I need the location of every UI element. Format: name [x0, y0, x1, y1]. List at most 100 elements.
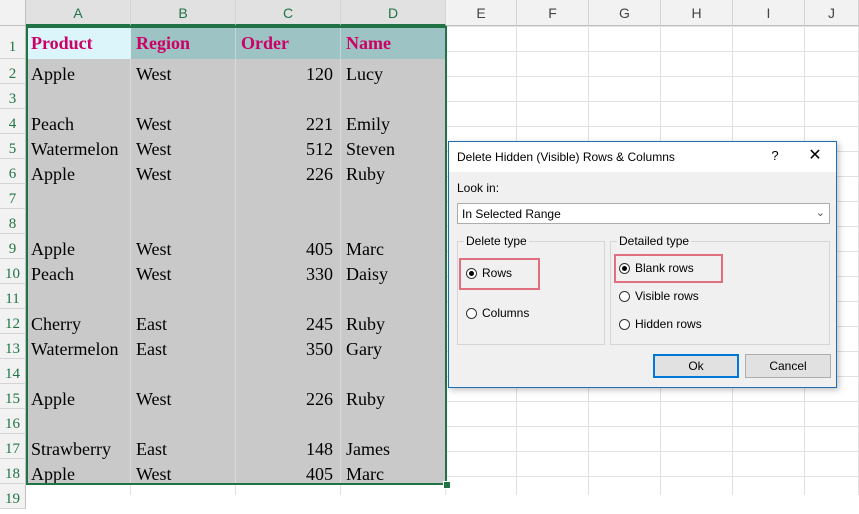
cell-product[interactable]: Apple	[31, 459, 131, 484]
cell-region[interactable]	[136, 184, 236, 209]
cell-order[interactable]: 226	[241, 384, 336, 409]
cell-region[interactable]	[136, 409, 236, 434]
cell-order[interactable]	[241, 209, 336, 234]
column-header-g[interactable]: G	[589, 0, 661, 26]
cell-product[interactable]: Peach	[31, 109, 131, 134]
cancel-button[interactable]: Cancel	[745, 354, 831, 378]
cell-region[interactable]: West	[136, 259, 236, 284]
fill-handle[interactable]	[443, 481, 451, 489]
radio-hidden-rows[interactable]: Hidden rows	[619, 317, 702, 331]
cell-product[interactable]: Apple	[31, 159, 131, 184]
cell-product[interactable]: Strawberry	[31, 434, 131, 459]
cell-order[interactable]: 350	[241, 334, 336, 359]
cell-product[interactable]: Apple	[31, 384, 131, 409]
cell-order[interactable]: 120	[241, 59, 336, 84]
cell-order[interactable]: 512	[241, 134, 336, 159]
cell-product[interactable]	[31, 409, 131, 434]
cell-region[interactable]: East	[136, 309, 236, 334]
cell-order[interactable]	[241, 184, 336, 209]
row-header-19[interactable]: 19	[0, 484, 26, 509]
column-header-h[interactable]: H	[661, 0, 733, 26]
cell-region[interactable]: East	[136, 334, 236, 359]
cell-order[interactable]: 226	[241, 159, 336, 184]
radio-hidden-rows-icon[interactable]	[619, 318, 630, 330]
close-icon[interactable]: ✕	[804, 146, 826, 166]
cell-region[interactable]: West	[136, 159, 236, 184]
cell-name[interactable]	[346, 209, 446, 234]
cell-order[interactable]: 148	[241, 434, 336, 459]
row-header-8[interactable]: 8	[0, 209, 26, 234]
row-header-15[interactable]: 15	[0, 384, 26, 409]
cell-name[interactable]: Ruby	[346, 159, 446, 184]
cell-product[interactable]	[31, 184, 131, 209]
cell-name[interactable]	[346, 184, 446, 209]
cell-name[interactable]	[346, 284, 446, 309]
column-header-d[interactable]: D	[341, 0, 446, 26]
column-header-c[interactable]: C	[236, 0, 341, 26]
row-header-14[interactable]: 14	[0, 359, 26, 384]
cell-order[interactable]	[241, 84, 336, 109]
column-header-f[interactable]: F	[517, 0, 589, 26]
cell-name[interactable]: Ruby	[346, 384, 446, 409]
row-header-13[interactable]: 13	[0, 334, 26, 359]
row-header-2[interactable]: 2	[0, 59, 26, 84]
cell-region[interactable]: West	[136, 384, 236, 409]
cell-product[interactable]: Watermelon	[31, 334, 131, 359]
chevron-down-icon[interactable]: ⌄	[816, 206, 825, 219]
cell-product[interactable]: Apple	[31, 234, 131, 259]
cell-name[interactable]: James	[346, 434, 446, 459]
row-header-12[interactable]: 12	[0, 309, 26, 334]
column-header-j[interactable]: J	[805, 0, 859, 26]
ok-button[interactable]: Ok	[653, 354, 739, 378]
radio-columns-icon[interactable]	[466, 307, 477, 319]
cell-product[interactable]: Peach	[31, 259, 131, 284]
row-header-16[interactable]: 16	[0, 409, 26, 434]
cell-order[interactable]: 330	[241, 259, 336, 284]
cell-name[interactable]: Marc	[346, 459, 446, 484]
cell-name[interactable]	[346, 409, 446, 434]
header-region[interactable]: Region	[136, 28, 236, 58]
header-product[interactable]: Product	[31, 28, 131, 58]
row-header-4[interactable]: 4	[0, 109, 26, 134]
column-header-e[interactable]: E	[446, 0, 517, 26]
cell-order[interactable]: 221	[241, 109, 336, 134]
cell-region[interactable]: West	[136, 459, 236, 484]
cell-name[interactable]: Lucy	[346, 59, 446, 84]
cell-product[interactable]: Watermelon	[31, 134, 131, 159]
cell-product[interactable]: Cherry	[31, 309, 131, 334]
cell-region[interactable]: East	[136, 434, 236, 459]
cell-order[interactable]	[241, 359, 336, 384]
row-header-1[interactable]: 1	[0, 26, 26, 59]
column-header-i[interactable]: I	[733, 0, 805, 26]
cell-name[interactable]	[346, 84, 446, 109]
select-all-corner[interactable]	[0, 0, 26, 26]
cell-region[interactable]	[136, 84, 236, 109]
cell-product[interactable]	[31, 284, 131, 309]
cell-region[interactable]: West	[136, 134, 236, 159]
cell-order[interactable]: 405	[241, 459, 336, 484]
cell-order[interactable]: 245	[241, 309, 336, 334]
row-header-11[interactable]: 11	[0, 284, 26, 309]
cell-order[interactable]: 405	[241, 234, 336, 259]
cell-region[interactable]: West	[136, 109, 236, 134]
row-header-6[interactable]: 6	[0, 159, 26, 184]
cell-order[interactable]	[241, 284, 336, 309]
row-header-10[interactable]: 10	[0, 259, 26, 284]
cell-region[interactable]	[136, 209, 236, 234]
row-header-7[interactable]: 7	[0, 184, 26, 209]
cell-name[interactable]: Marc	[346, 234, 446, 259]
row-header-18[interactable]: 18	[0, 459, 26, 484]
help-icon[interactable]: ?	[765, 146, 785, 166]
radio-columns[interactable]: Columns	[466, 306, 529, 320]
cell-name[interactable]: Emily	[346, 109, 446, 134]
column-header-b[interactable]: B	[131, 0, 236, 26]
row-header-5[interactable]: 5	[0, 134, 26, 159]
cell-region[interactable]: West	[136, 234, 236, 259]
radio-visible-rows-icon[interactable]	[619, 290, 630, 302]
dialog-titlebar[interactable]: Delete Hidden (Visible) Rows & Columns ?…	[449, 142, 836, 172]
cell-product[interactable]: Apple	[31, 59, 131, 84]
cell-product[interactable]	[31, 84, 131, 109]
radio-visible-rows[interactable]: Visible rows	[619, 289, 699, 303]
cell-product[interactable]	[31, 209, 131, 234]
row-header-9[interactable]: 9	[0, 234, 26, 259]
